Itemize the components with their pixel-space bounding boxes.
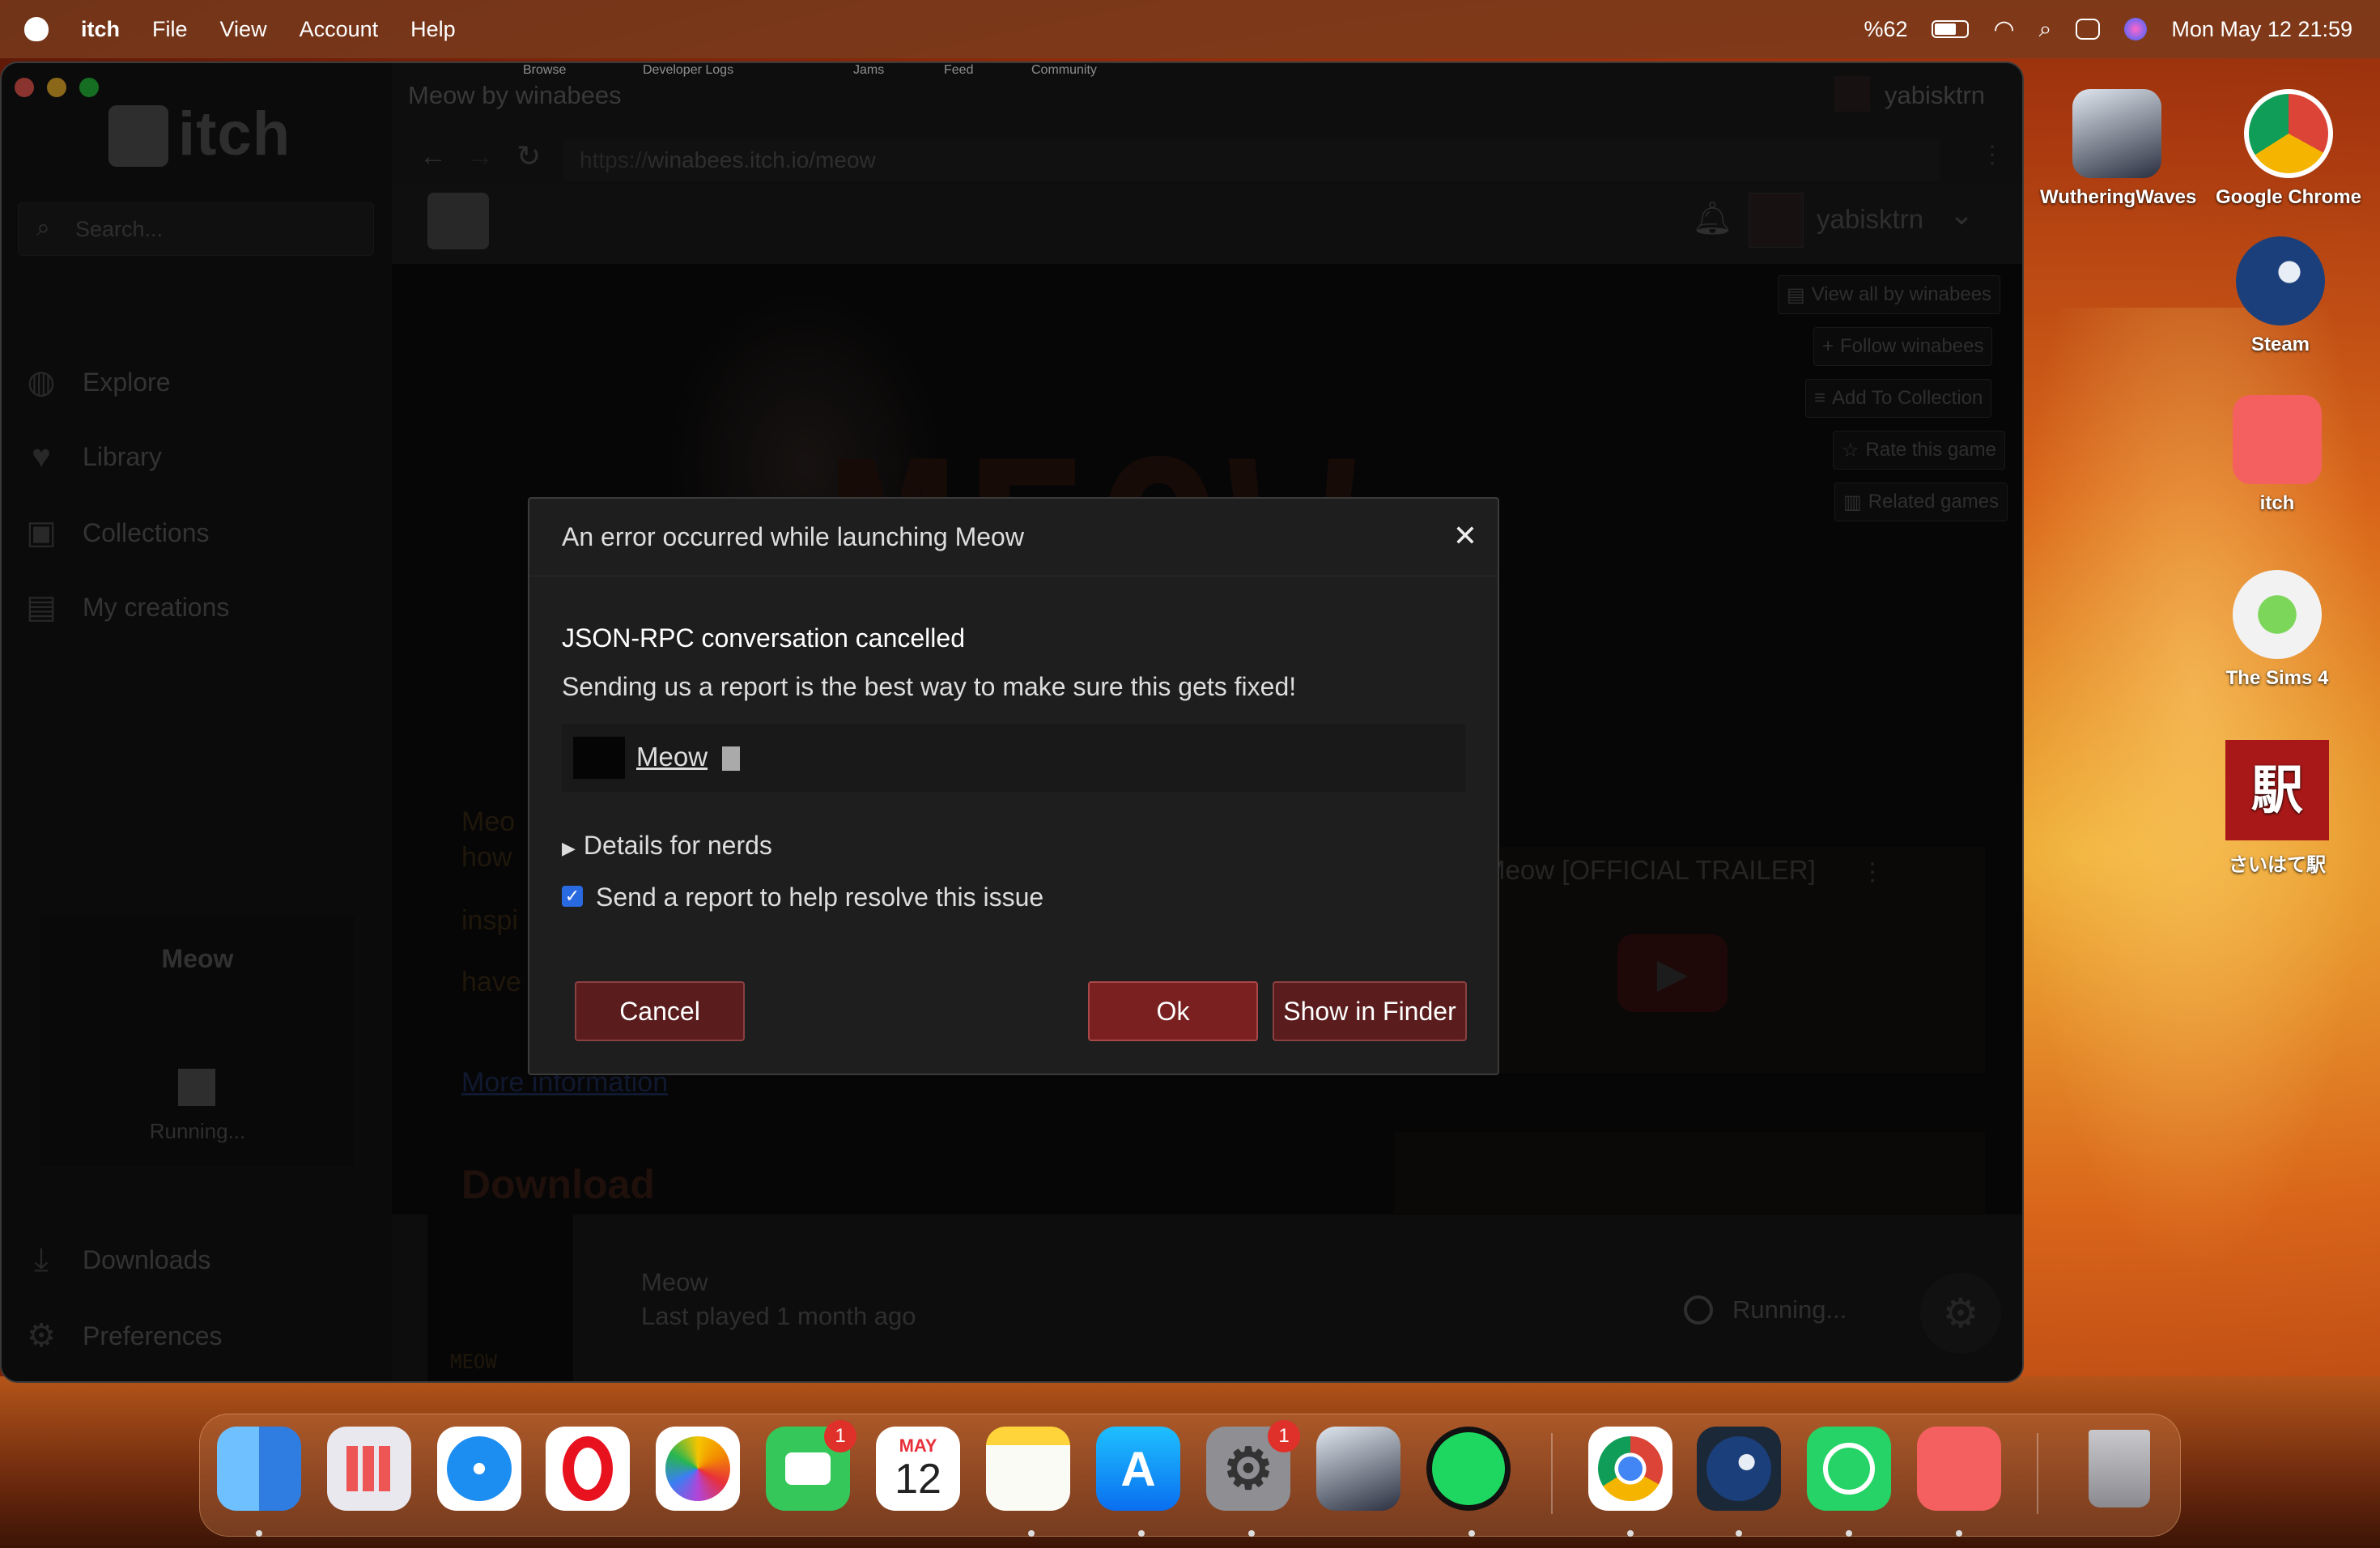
desktop-icon-wutheringwaves[interactable]: WutheringWaves <box>2040 89 2197 209</box>
triangle-right-icon: ▶ <box>562 838 576 858</box>
spotify-waves-icon <box>1432 1432 1505 1505</box>
desktop-icon-saihate[interactable]: 駅 さいはて駅 <box>2200 740 2354 877</box>
details-toggle[interactable]: ▶ Details for nerds <box>562 831 772 861</box>
launchpad-icon[interactable] <box>327 1427 411 1511</box>
error-message: Sending us a report is the best way to m… <box>562 672 1297 701</box>
running-indicator <box>1468 1530 1475 1537</box>
itch-icon <box>2233 395 2322 484</box>
button-label: Ok <box>1156 996 1190 1026</box>
itch-dock-icon[interactable] <box>1917 1427 2001 1511</box>
details-label: Details for nerds <box>583 831 772 860</box>
wutheringwaves-dock-icon[interactable] <box>1316 1427 1400 1511</box>
calendar-month: MAY <box>899 1435 937 1456</box>
compass-icon <box>447 1436 512 1501</box>
desktop-label: さいはて駅 <box>2229 854 2326 876</box>
settings-badge: 1 <box>1268 1420 1300 1452</box>
facetime-badge: 1 <box>824 1420 856 1452</box>
running-indicator <box>1956 1530 1962 1537</box>
game-link-row[interactable]: Meow <box>562 724 1465 792</box>
photos-icon[interactable] <box>656 1427 740 1511</box>
running-indicator <box>1138 1530 1145 1537</box>
desktop-label: Google Chrome <box>2215 186 2361 208</box>
wutheringwaves-icon <box>2072 89 2161 178</box>
finder-icon[interactable] <box>217 1427 301 1511</box>
trash-can-icon <box>2089 1430 2150 1508</box>
a-icon: A <box>1120 1441 1156 1496</box>
gear-icon: ⚙ <box>1222 1437 1274 1500</box>
calendar-day: 12 <box>895 1456 941 1503</box>
menu-account[interactable]: Account <box>300 17 379 42</box>
trash-icon[interactable] <box>2077 1427 2161 1511</box>
menu-bar: itch File View Account Help %62 ◠ ⌕ Mon … <box>0 0 2380 58</box>
desktop-icon-chrome[interactable]: Google Chrome <box>2212 89 2365 209</box>
dock-separator <box>1551 1433 1553 1514</box>
flower-icon <box>665 1436 730 1501</box>
send-report-checkbox[interactable]: ✓ <box>562 886 583 907</box>
ok-button[interactable]: Ok <box>1088 981 1258 1041</box>
steam-dock-icon[interactable] <box>1697 1427 1781 1511</box>
apple-icon[interactable] <box>24 17 49 41</box>
menu-view[interactable]: View <box>220 17 267 42</box>
show-in-finder-button[interactable]: Show in Finder <box>1273 981 1467 1041</box>
chrome-icon <box>2244 89 2333 178</box>
menu-app-name[interactable]: itch <box>81 17 120 42</box>
menu-clock[interactable]: Mon May 12 21:59 <box>2171 17 2352 42</box>
battery-icon[interactable] <box>1932 20 1970 38</box>
wifi-icon[interactable]: ◠ <box>1993 15 2014 44</box>
send-report-label[interactable]: Send a report to help resolve this issue <box>596 882 1043 912</box>
menu-help[interactable]: Help <box>410 17 456 42</box>
safari-icon[interactable] <box>437 1427 521 1511</box>
siri-icon[interactable] <box>2124 18 2148 40</box>
desktop-label: WutheringWaves <box>2040 186 2197 208</box>
chrome-logo-icon <box>1598 1436 1663 1501</box>
button-label: Cancel <box>619 996 700 1026</box>
app-store-icon[interactable]: A <box>1096 1427 1180 1511</box>
desktop-label: itch <box>2259 492 2295 514</box>
button-label: Show in Finder <box>1283 996 1456 1026</box>
dock-separator <box>2037 1433 2038 1514</box>
menu-file[interactable]: File <box>152 17 188 42</box>
game-thumbnail <box>573 737 625 779</box>
itch-app-window: itch ⌕ Search... ◍ Explore ♥ Library ▣ Coll… <box>0 62 2024 1383</box>
spotify-icon[interactable] <box>1426 1427 1511 1511</box>
opera-o-icon <box>563 1436 613 1501</box>
running-indicator <box>1736 1530 1742 1537</box>
steam-logo-icon <box>1706 1436 1771 1501</box>
desktop-label: The Sims 4 <box>2225 667 2329 689</box>
running-indicator <box>1846 1530 1852 1537</box>
desktop-icon-itch[interactable]: itch <box>2200 395 2354 515</box>
desktop-icon-sims[interactable]: The Sims 4 <box>2200 570 2354 690</box>
text-cursor <box>722 746 740 771</box>
notes-icon[interactable] <box>986 1427 1070 1511</box>
running-indicator <box>1028 1530 1035 1537</box>
dialog-title: An error occurred while launching Meow <box>562 522 1024 551</box>
battery-percent[interactable]: %62 <box>1864 17 1907 42</box>
error-heading: JSON-RPC conversation cancelled <box>562 623 965 653</box>
cancel-button[interactable]: Cancel <box>575 981 745 1041</box>
dialog-header: An error occurred while launching Meow <box>529 499 1498 576</box>
search-icon[interactable]: ⌕ <box>2039 16 2052 43</box>
phone-bubble-icon <box>1823 1443 1875 1495</box>
control-center-icon[interactable] <box>2076 19 2101 40</box>
error-dialog: An error occurred while launching Meow ✕… <box>528 497 1499 1075</box>
running-indicator <box>1248 1530 1255 1537</box>
camera-icon <box>785 1452 831 1485</box>
whatsapp-icon[interactable] <box>1807 1427 1891 1511</box>
desktop-icon-steam[interactable]: Steam <box>2204 236 2357 356</box>
grid-icon <box>346 1446 392 1491</box>
calendar-icon[interactable]: MAY 12 <box>876 1427 960 1511</box>
running-indicator <box>256 1530 262 1537</box>
chrome-dock-icon[interactable] <box>1588 1427 1672 1511</box>
sims-icon <box>2233 570 2322 659</box>
saihate-icon: 駅 <box>2225 740 2329 840</box>
running-indicator <box>1627 1530 1634 1537</box>
close-icon[interactable]: ✕ <box>1449 520 1481 552</box>
game-link[interactable]: Meow <box>636 742 708 772</box>
steam-icon <box>2236 236 2325 325</box>
desktop-label: Steam <box>2250 334 2310 355</box>
opera-icon[interactable] <box>546 1427 630 1511</box>
